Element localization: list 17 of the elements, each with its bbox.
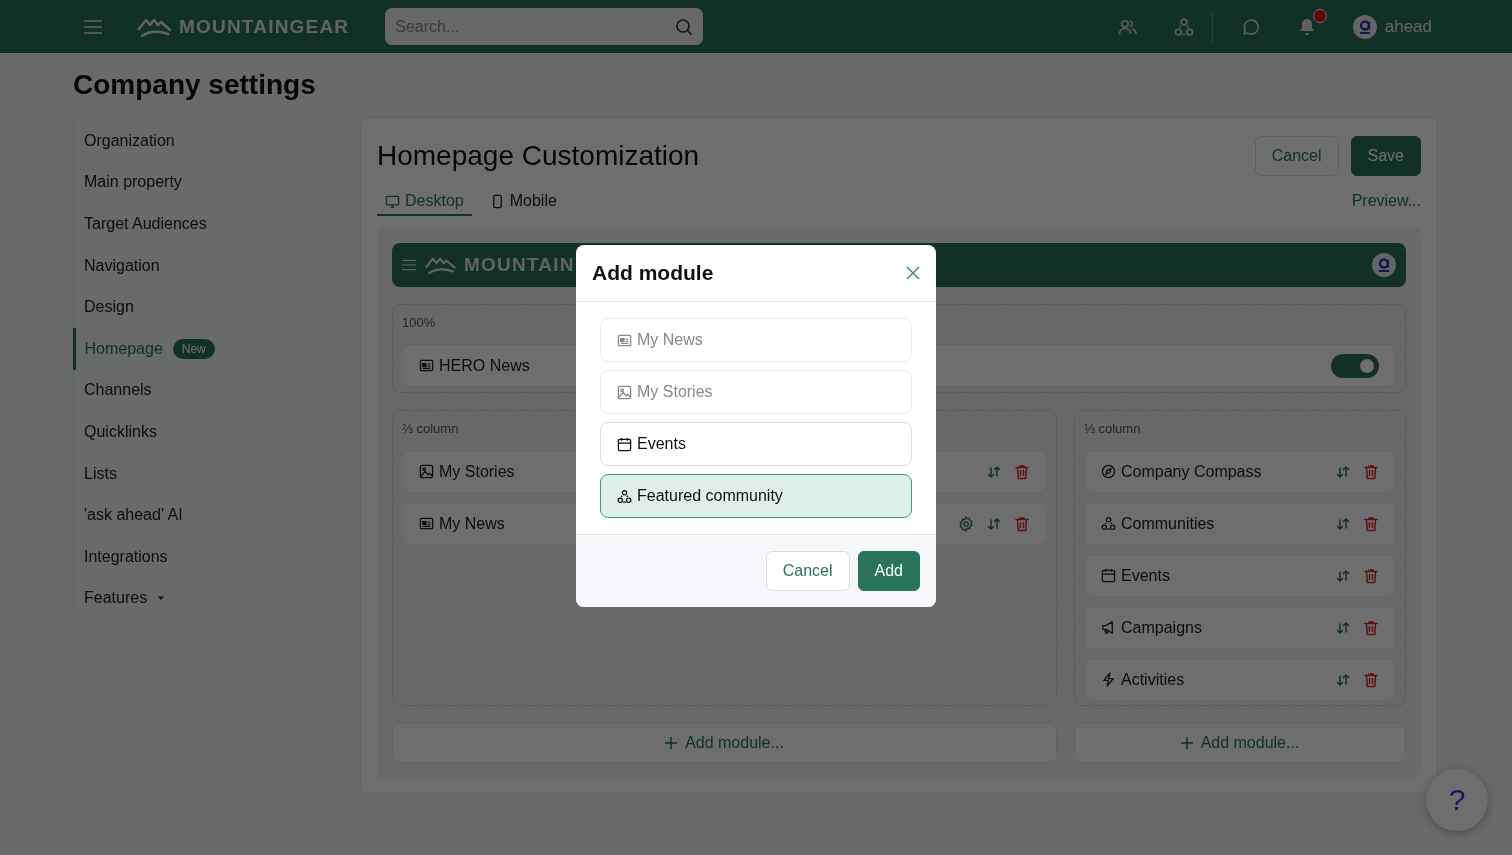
module-label: My News	[439, 514, 505, 533]
module-label: Communities	[1121, 514, 1215, 533]
column-label: ⅓ column	[1084, 421, 1142, 438]
module-label: Activities	[1121, 670, 1185, 689]
module-label: My Stories	[439, 462, 515, 481]
module-label: Events	[1121, 566, 1170, 585]
brand-name: MOUNTAINGEAR	[179, 15, 350, 38]
brand-name: MOUNTAIN	[464, 254, 575, 276]
new-badge: New	[172, 338, 215, 359]
column-label: ⅔ column	[402, 421, 460, 438]
page-title: Company settings	[73, 69, 317, 102]
module-label: Company Compass	[1121, 462, 1262, 481]
module-label: Campaigns	[1121, 618, 1202, 637]
module-label: HERO News	[439, 356, 530, 375]
section-label: 100%	[402, 315, 437, 332]
dialog-title: Add module	[592, 261, 714, 285]
section-title: Homepage Customization	[377, 140, 700, 172]
